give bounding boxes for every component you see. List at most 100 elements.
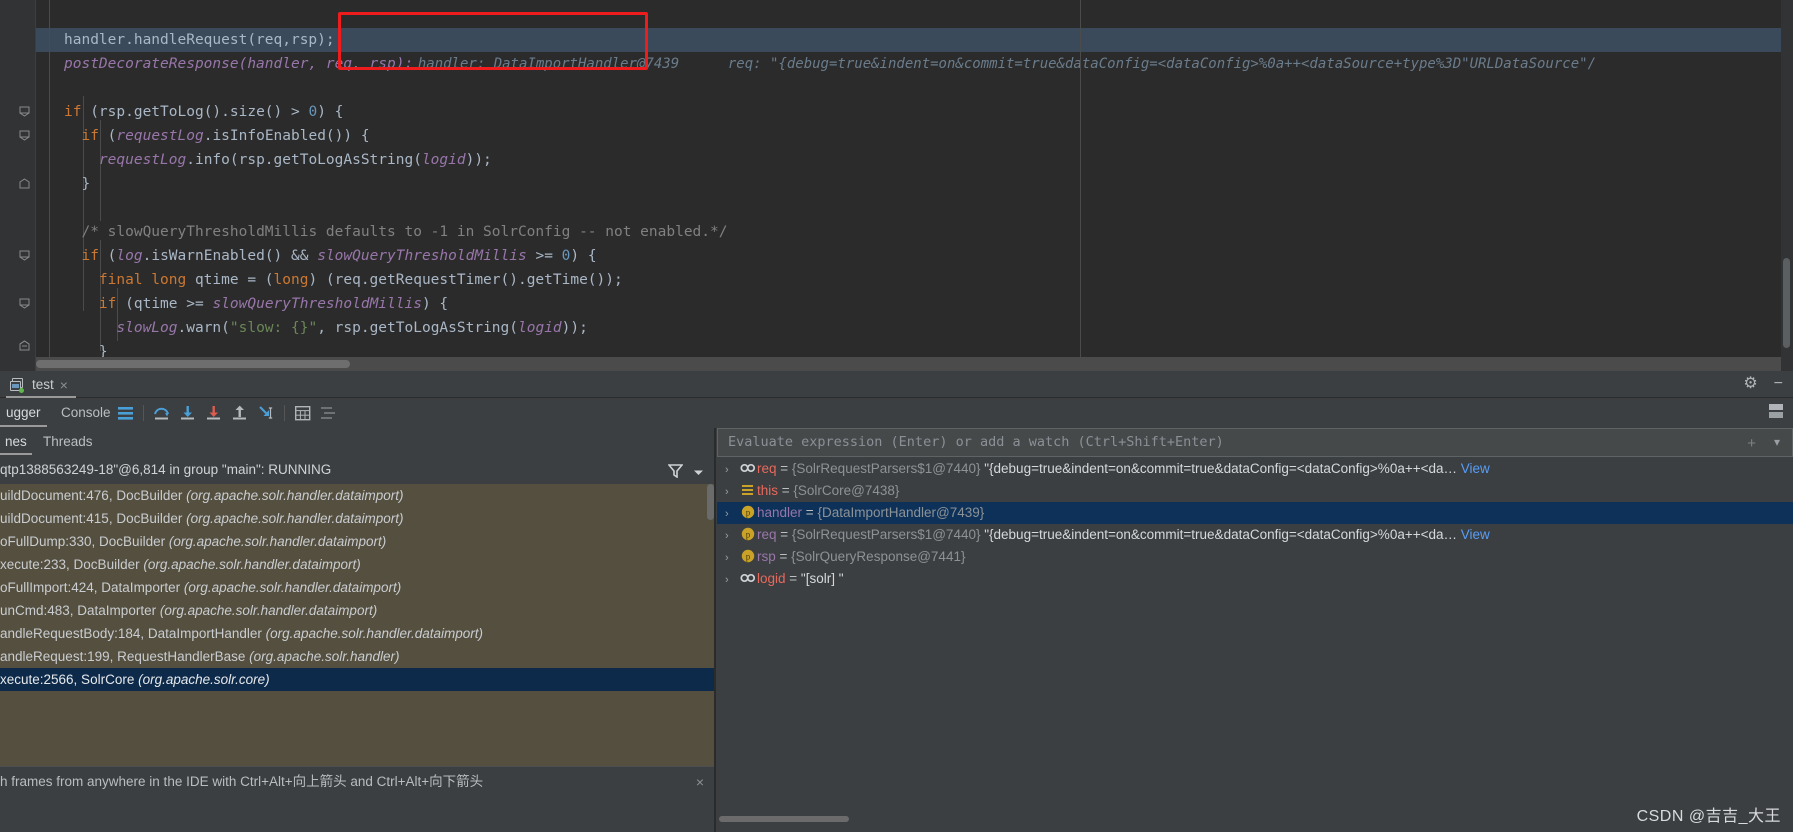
status-hint-text: h frames from anywhere in the IDE with C… (0, 774, 484, 789)
close-icon[interactable]: × (696, 767, 704, 797)
stack-frame-row[interactable]: oFullImport:424, DataImporter (org.apach… (0, 576, 714, 599)
thread-selector[interactable]: qtp1388563249-18"@6,814 in group "main":… (0, 456, 714, 484)
expand-chevron-icon[interactable]: › (725, 569, 739, 591)
minimize-icon[interactable]: − (1774, 375, 1783, 393)
variable-name: rsp (757, 549, 776, 564)
stack-frame-row[interactable]: uildDocument:415, DocBuilder (org.apache… (0, 507, 714, 530)
stack-frame-row[interactable]: uildDocument:476, DocBuilder (org.apache… (0, 484, 714, 507)
fold-marker-icon[interactable] (19, 130, 30, 141)
fold-end-icon[interactable] (19, 340, 30, 351)
toolbar-separator (284, 405, 285, 421)
code-token: )); (465, 152, 492, 168)
code-token: if (64, 104, 91, 120)
code-editor[interactable]: handler.handleRequest(req,rsp); postDecor… (0, 0, 1793, 371)
step-over-button[interactable] (149, 400, 175, 426)
step-into-button[interactable] (175, 400, 201, 426)
code-area[interactable]: handler.handleRequest(req,rsp); postDecor… (36, 0, 1793, 371)
close-icon[interactable]: × (60, 377, 68, 393)
editor-gutter[interactable] (0, 0, 36, 371)
expand-chevron-icon[interactable]: › (725, 459, 739, 481)
expand-chevron-icon[interactable]: › (725, 503, 739, 525)
code-token: ) { (421, 296, 449, 312)
code-line: if (qtime >= slowQueryThresholdMillis) { (64, 292, 448, 316)
frames-tabs: nes Threads (0, 428, 714, 456)
variable-row[interactable]: › p req = {SolrRequestParsers$1@7440} "{de… (717, 524, 1793, 546)
frames-scrollbar[interactable] (707, 484, 714, 520)
variables-horizontal-scrollbar[interactable] (719, 816, 849, 822)
tab-console[interactable]: Console (55, 401, 117, 427)
editor-hscroll-thumb[interactable] (36, 360, 350, 368)
evaluate-expression-button[interactable] (290, 400, 316, 426)
code-token: requestLog (98, 152, 187, 168)
tab-frames[interactable]: nes (0, 430, 32, 455)
fold-marker-icon[interactable] (19, 106, 30, 117)
tab-threads[interactable]: Threads (38, 430, 98, 455)
settings-gear-icon[interactable]: ⚙ (1743, 375, 1757, 393)
fold-end-icon[interactable] (19, 178, 30, 189)
variable-row[interactable]: › p handler = {DataImportHandler@7439} (717, 502, 1793, 524)
stack-frame-row[interactable]: andleRequestBody:184, DataImportHandler … (0, 622, 714, 645)
run-tab-test[interactable]: test × (6, 373, 76, 398)
view-value-link[interactable]: View (1457, 527, 1490, 542)
variable-row[interactable]: › req = {SolrRequestParsers$1@7440} "{deb… (717, 458, 1793, 480)
show-execution-point-button[interactable] (112, 400, 138, 426)
code-token: (qtime >= (125, 296, 213, 312)
code-line: requestLog.info(rsp.getToLogAsString(log… (64, 148, 492, 172)
variable-equals: = (778, 483, 794, 498)
code-line: if (requestLog.isInfoEnabled()) { (64, 124, 369, 148)
stack-frame-row[interactable]: unCmd:483, DataImporter (org.apache.solr… (0, 599, 714, 622)
code-token: if (98, 296, 126, 312)
variable-equals: = (802, 505, 818, 520)
fold-marker-icon[interactable] (19, 298, 30, 309)
expand-chevron-icon[interactable]: › (725, 547, 739, 569)
this-object-icon (739, 480, 757, 502)
tab-frames-label: nes (5, 434, 27, 449)
toolbar-separator (143, 405, 144, 421)
variable-equals: = (776, 527, 792, 542)
stack-frame-method: andleRequestBody:184, DataImportHandler (0, 626, 266, 641)
variables-pane[interactable]: › req = {SolrRequestParsers$1@7440} "{deb… (717, 458, 1793, 788)
force-step-into-button[interactable] (201, 400, 227, 426)
layout-settings-icon[interactable] (1767, 402, 1785, 420)
stack-frame-method: xecute:2566, SolrCore (0, 672, 139, 687)
fold-marker-icon[interactable] (19, 250, 30, 261)
chevron-down-icon[interactable]: ▾ (1774, 435, 1780, 449)
thread-selector-label: qtp1388563249-18"@6,814 in group "main":… (0, 462, 332, 477)
field-icon: p (739, 546, 757, 568)
stack-frame-row[interactable]: xecute:233, DocBuilder (org.apache.solr.… (0, 553, 714, 576)
stack-frame-package: (org.apache.solr.handler.dataimport) (186, 511, 404, 526)
code-token: log (116, 248, 143, 264)
code-token: final long (98, 272, 195, 288)
variable-row[interactable]: › this = {SolrCore@7438} (717, 480, 1793, 502)
parameter-icon (739, 458, 757, 480)
add-watch-icon[interactable]: + (1747, 435, 1756, 452)
expand-chevron-icon[interactable]: › (725, 525, 739, 547)
field-icon: p (739, 502, 757, 524)
stack-frame-row[interactable]: xecute:2566, SolrCore (org.apache.solr.c… (0, 668, 714, 691)
view-value-link[interactable]: View (1457, 461, 1490, 476)
stack-frame-row[interactable]: oFullDump:330, DocBuilder (org.apache.so… (0, 530, 714, 553)
expand-chevron-icon[interactable]: › (725, 481, 739, 503)
editor-vertical-scrollbar[interactable] (1783, 258, 1790, 348)
inline-hint-handler-text: handler: DataImportHandler@7439 (417, 56, 680, 72)
variable-row[interactable]: › p rsp = {SolrQueryResponse@7441} (717, 546, 1793, 568)
run-to-cursor-button[interactable] (253, 400, 279, 426)
step-out-button[interactable] (227, 400, 253, 426)
status-hint-bar: h frames from anywhere in the IDE with C… (0, 766, 714, 796)
editor-right-margin (1080, 0, 1081, 371)
code-token: ) { (570, 248, 597, 264)
variable-row[interactable]: › logid = "[solr] " (717, 568, 1793, 590)
run-tab-label: test (32, 377, 54, 392)
stack-frame-method: unCmd:483, DataImporter (0, 603, 160, 618)
tab-debugger[interactable]: ugger (0, 401, 47, 427)
stack-frames-list[interactable]: uildDocument:476, DocBuilder (org.apache… (0, 484, 714, 766)
pane-splitter[interactable] (714, 428, 716, 832)
stack-frame-package: (org.apache.solr.handler.dataimport) (143, 557, 361, 572)
settings-list-button[interactable] (316, 400, 342, 426)
code-line: slowLog.warn("slow: {}", rsp.getToLogAsS… (64, 316, 587, 340)
variable-equals: = (775, 549, 792, 564)
variable-equals: = (785, 571, 801, 586)
stack-frame-package: (org.apache.solr.handler.dataimport) (186, 488, 404, 503)
stack-frame-row[interactable]: andleRequest:199, RequestHandlerBase (or… (0, 645, 714, 668)
evaluate-expression-input[interactable]: Evaluate expression (Enter) or add a wat… (717, 428, 1793, 457)
